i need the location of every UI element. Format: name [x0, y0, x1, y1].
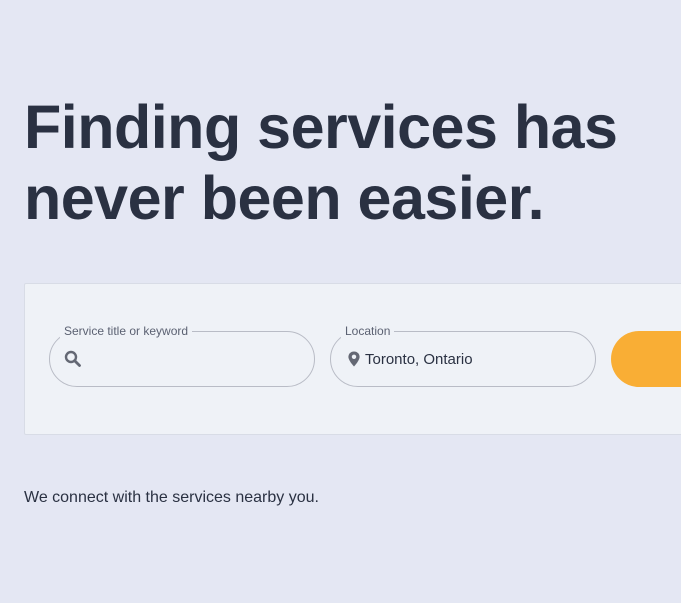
- keyword-field-label: Service title or keyword: [60, 323, 193, 339]
- hero-title-line-1: Finding services has: [24, 93, 618, 161]
- tagline: We connect with the services nearby you.: [24, 489, 319, 506]
- page: Finding services has never been easier. S…: [0, 0, 681, 603]
- location-input[interactable]: [365, 346, 585, 372]
- location-field[interactable]: Location: [330, 323, 596, 387]
- hero-title-line-2: never been easier.: [24, 164, 545, 232]
- search-button[interactable]: [611, 331, 681, 387]
- hero-title: Finding services has never been easier.: [24, 92, 644, 234]
- keyword-field[interactable]: Service title or keyword: [49, 323, 315, 387]
- keyword-input[interactable]: [84, 346, 304, 372]
- search-icon: [64, 350, 82, 368]
- location-field-label: Location: [341, 323, 395, 339]
- search-card: Service title or keyword Location: [24, 283, 681, 435]
- location-pin-icon: [345, 350, 363, 368]
